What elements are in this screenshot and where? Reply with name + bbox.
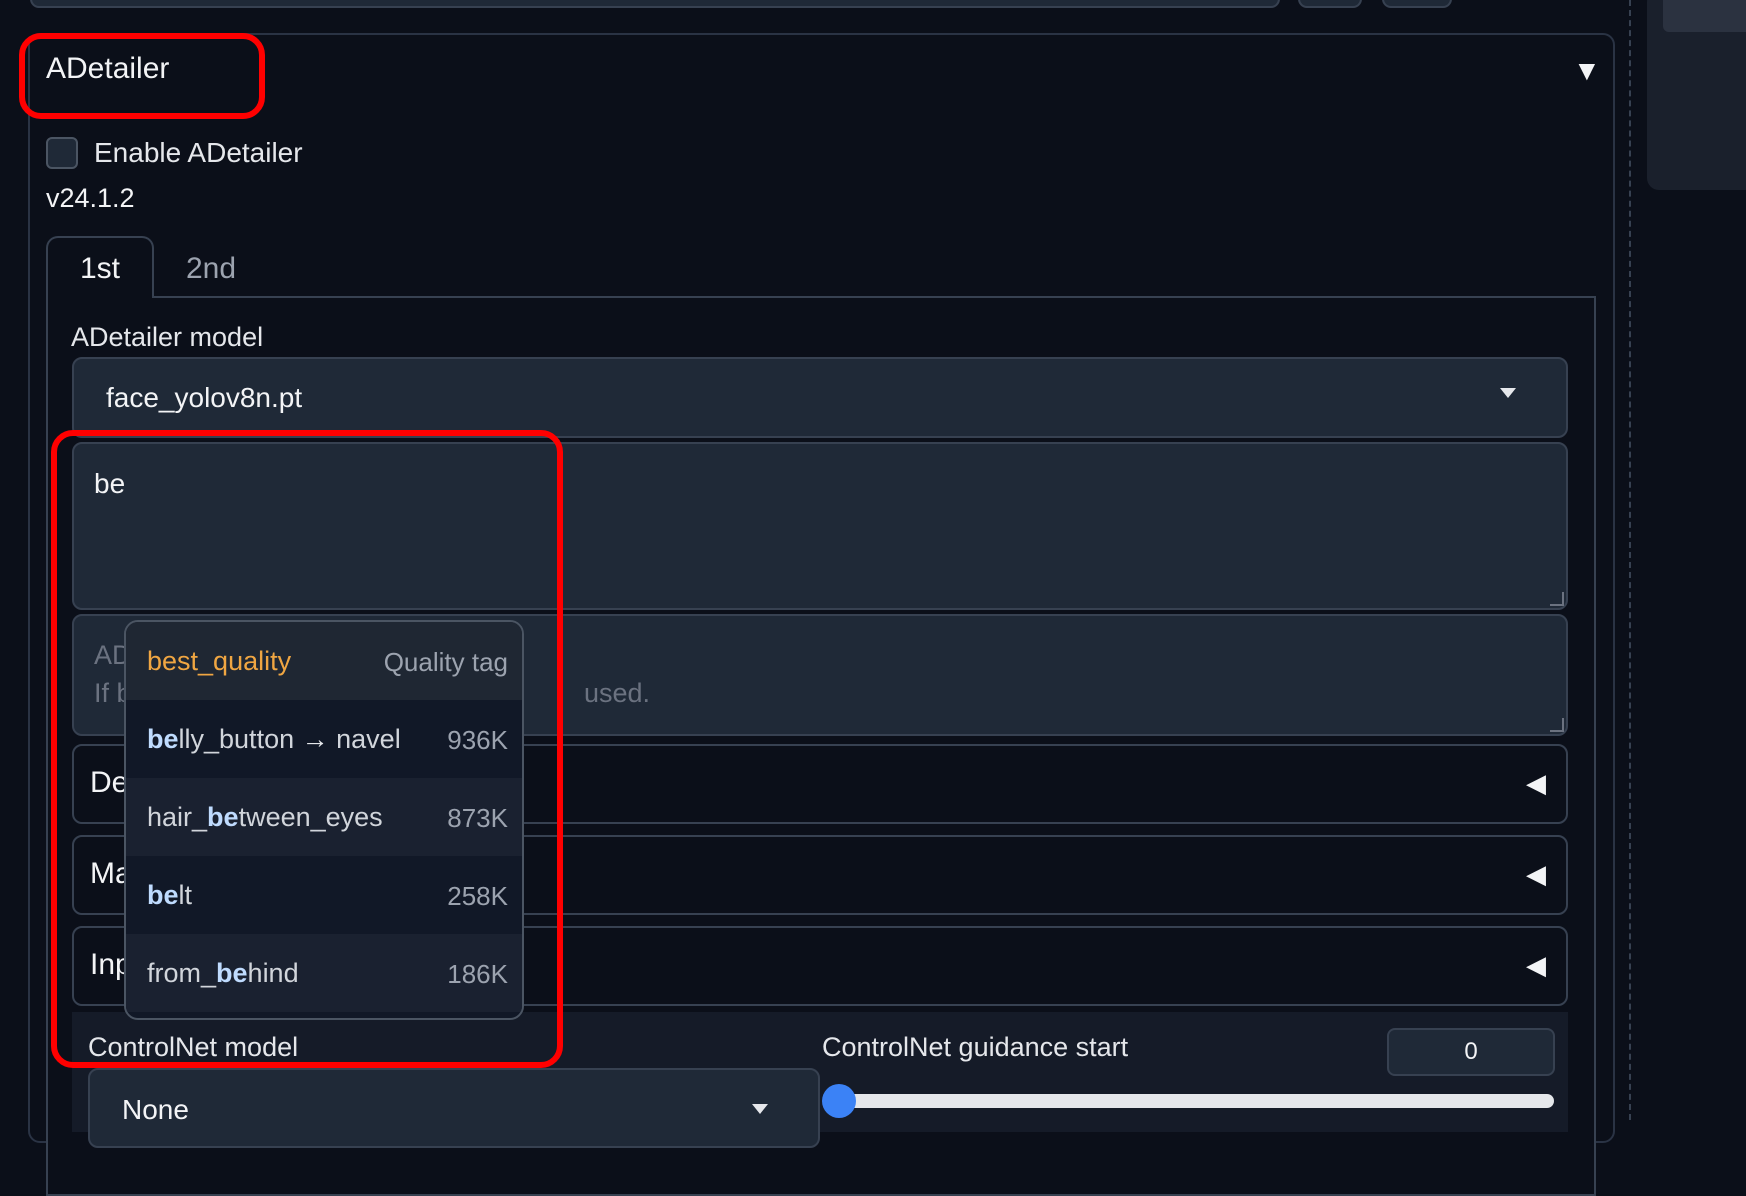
- tab-2nd[interactable]: 2nd: [186, 252, 236, 286]
- top-button[interactable]: [1298, 0, 1362, 8]
- resize-handle-icon[interactable]: [1550, 718, 1564, 732]
- collapse-arrow-icon[interactable]: ◀: [1526, 859, 1546, 890]
- guidance-start-input[interactable]: 0: [1387, 1028, 1555, 1076]
- slider-thumb[interactable]: [822, 1084, 856, 1118]
- annotation-box-title: [19, 33, 265, 119]
- controlnet-model-value: None: [122, 1094, 189, 1125]
- enable-adetailer-checkbox[interactable]: [46, 137, 78, 169]
- top-input[interactable]: [30, 0, 1280, 8]
- column-divider: [1629, 0, 1631, 1120]
- chevron-down-icon: [1500, 388, 1516, 398]
- negative-prompt-placeholder: used.: [584, 678, 651, 708]
- tab-join: [48, 295, 152, 299]
- tab-1st-label[interactable]: 1st: [80, 252, 120, 286]
- model-dropdown-value: face_yolov8n.pt: [106, 382, 303, 413]
- model-label: ADetailer model: [71, 322, 264, 352]
- accordion-toggle-icon[interactable]: ▼: [1573, 55, 1601, 87]
- controlnet-model-dropdown[interactable]: [88, 1068, 820, 1148]
- enable-adetailer-label[interactable]: Enable ADetailer: [94, 137, 303, 169]
- right-panel-block: [1663, 0, 1746, 32]
- collapse-arrow-icon[interactable]: ◀: [1526, 950, 1546, 981]
- top-button[interactable]: [1382, 0, 1452, 8]
- annotation-box-autocomplete: [51, 430, 563, 1068]
- resize-handle-icon[interactable]: [1550, 592, 1564, 606]
- guidance-start-slider[interactable]: [840, 1094, 1554, 1108]
- collapse-arrow-icon[interactable]: ◀: [1526, 768, 1546, 799]
- version-label: v24.1.2: [46, 183, 135, 213]
- guidance-start-label: ControlNet guidance start: [822, 1032, 1129, 1062]
- chevron-down-icon: [752, 1104, 768, 1114]
